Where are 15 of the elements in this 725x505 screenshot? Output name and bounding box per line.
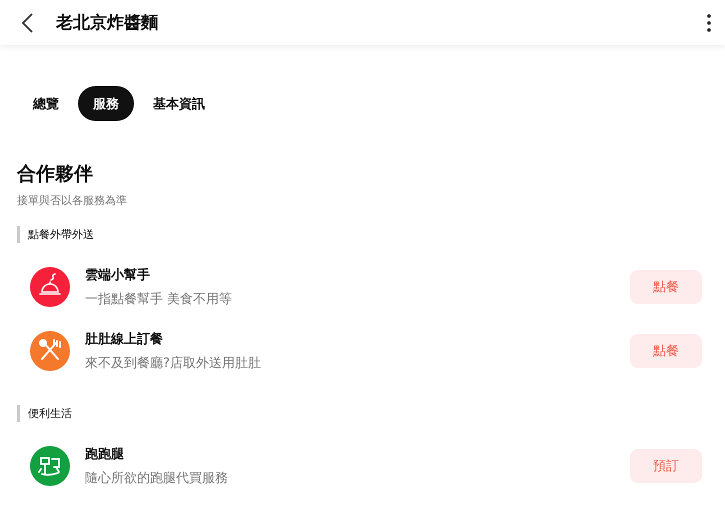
group-label: 便利生活 <box>17 405 72 422</box>
service-description: 來不及到餐廳?店取外送用肚肚 <box>85 355 262 372</box>
tab[interactable]: 服務 <box>78 86 134 121</box>
tab[interactable]: 總覽 <box>20 86 72 121</box>
service-description: 隨心所欲的跑腿代買服務 <box>85 470 229 487</box>
tab[interactable]: 基本資訊 <box>140 86 218 121</box>
service-name: 肚肚線上訂餐 <box>85 331 164 348</box>
service-name: 雲端小幫手 <box>85 266 151 284</box>
service-description: 一指點餐幫手 美食不用等 <box>85 291 234 308</box>
section-subtitle: 接單與否以各服務為準 <box>17 193 128 208</box>
group-label: 點餐外帶外送 <box>17 226 94 243</box>
more-icon[interactable] <box>707 14 711 32</box>
page-title: 老北京炸醬麵 <box>56 12 159 34</box>
section-title: 合作夥伴 <box>17 162 94 187</box>
service-name: 跑跑腿 <box>85 446 125 463</box>
